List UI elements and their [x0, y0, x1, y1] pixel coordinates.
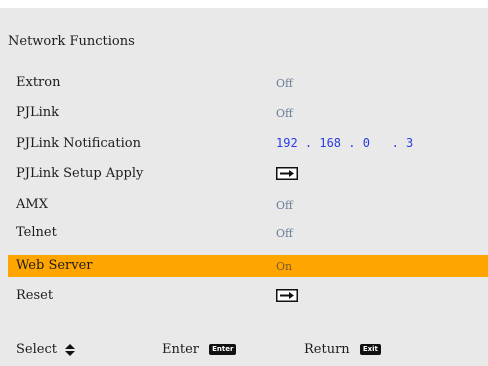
row-value: Off	[276, 77, 293, 90]
row-label: Reset	[16, 288, 54, 303]
row-label: Extron	[16, 75, 61, 90]
menu-row-web-server[interactable]: Web Server On	[8, 255, 488, 277]
exit-key-icon: Exit	[359, 344, 381, 355]
menu-row-amx[interactable]: AMX Off	[8, 194, 488, 216]
row-value: Off	[276, 227, 293, 240]
footer-enter: Enter Enter	[162, 342, 237, 357]
row-label: Telnet	[16, 225, 57, 240]
menu-row-telnet[interactable]: Telnet Off	[8, 222, 488, 244]
row-value: Off	[276, 199, 293, 212]
row-label: Web Server	[16, 258, 93, 273]
network-functions-menu: Network Functions Extron Off PJLink Off …	[0, 8, 488, 366]
footer-return: Return Exit	[304, 342, 381, 357]
row-label: PJLink	[16, 105, 59, 120]
enter-key-icon: Enter	[209, 344, 237, 355]
row-label: AMX	[16, 197, 48, 212]
menu-row-reset[interactable]: Reset	[8, 285, 488, 307]
select-label: Select	[16, 342, 57, 357]
menu-title: Network Functions	[8, 34, 135, 49]
enter-label: Enter	[162, 342, 199, 357]
row-label: PJLink Notification	[16, 136, 141, 151]
menu-row-extron[interactable]: Extron Off	[8, 72, 488, 94]
row-label: PJLink Setup Apply	[16, 166, 144, 181]
menu-row-pjlink[interactable]: PJLink Off	[8, 102, 488, 124]
enter-arrow-icon[interactable]	[276, 289, 298, 302]
footer-select: Select	[16, 342, 76, 357]
ip-address-value[interactable]: 192 . 168 . 0 . 3	[276, 136, 413, 150]
menu-row-pjlink-setup-apply[interactable]: PJLink Setup Apply	[8, 163, 488, 185]
row-value: On	[276, 260, 293, 273]
menu-row-pjlink-notification[interactable]: PJLink Notification 192 . 168 . 0 . 3	[8, 133, 488, 155]
enter-arrow-icon[interactable]	[276, 167, 298, 180]
footer-hint-bar: Select Enter Enter Return Exit	[0, 339, 488, 361]
return-label: Return	[304, 342, 350, 357]
row-value: Off	[276, 107, 293, 120]
up-down-arrow-icon	[65, 343, 76, 356]
